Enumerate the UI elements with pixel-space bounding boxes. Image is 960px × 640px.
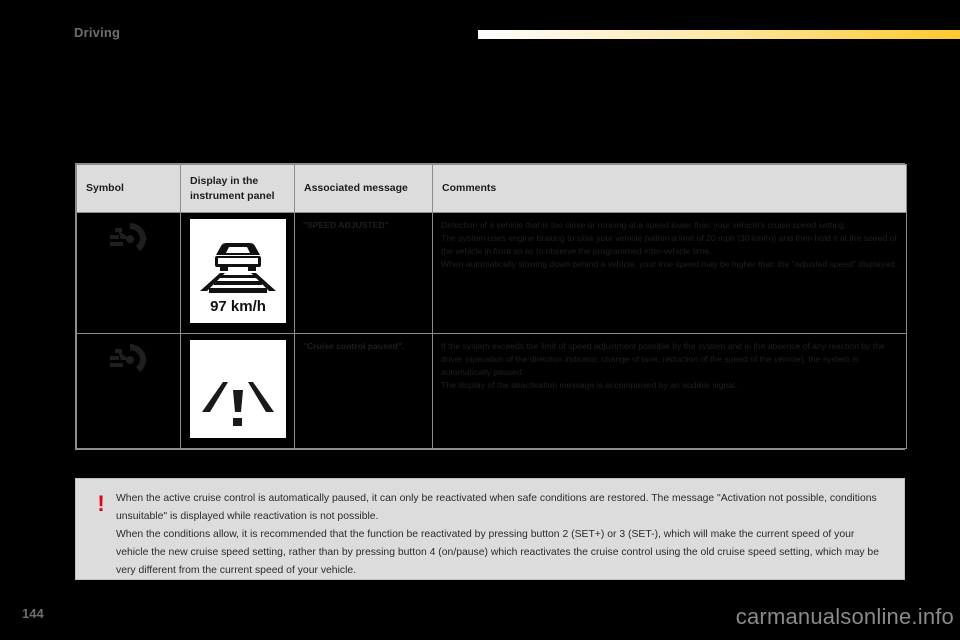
comment-paragraph: If the system exceeds the limit of speed… — [441, 341, 885, 378]
cell-comments: Detection of a vehicle that is too close… — [432, 211, 907, 335]
cell-display-panel: 97 km/h — [180, 211, 295, 335]
comment-paragraph: When automatically slowing down behind a… — [441, 259, 898, 270]
manual-page: Driving Symbol Display in the instrument… — [0, 0, 960, 640]
column-header-display: Display in the instrument panel — [180, 164, 295, 213]
page-number: 144 — [22, 606, 44, 621]
page-header: Driving — [0, 0, 960, 46]
warning-paragraph: When the conditions allow, it is recomme… — [116, 528, 879, 576]
comment-paragraph: The display of the deactivation message … — [441, 380, 738, 391]
column-header-message: Associated message — [294, 164, 433, 213]
warning-paragraph: When the active cruise control is automa… — [116, 493, 877, 522]
symbol-message-table: Symbol Display in the instrument panel A… — [75, 163, 907, 451]
comment-paragraph: Detection of a vehicle that is too close… — [441, 220, 847, 230]
table-row: "Cruise control paused". If the system e… — [76, 333, 907, 450]
table-row: 97 km/h "SPEED ADJUSTED" Detection of a … — [76, 211, 907, 335]
cell-symbol — [76, 333, 181, 450]
cell-associated-message: "SPEED ADJUSTED" — [294, 211, 433, 335]
speed-adjusted-panel-icon: 97 km/h — [189, 219, 286, 323]
header-gradient-rule — [478, 30, 960, 39]
comment-paragraph: The system uses engine braking to slow y… — [441, 233, 897, 257]
cell-associated-message: "Cruise control paused". — [294, 333, 433, 450]
column-header-comments: Comments — [432, 164, 907, 213]
cell-symbol — [76, 211, 181, 335]
table-header-row: Symbol Display in the instrument panel A… — [76, 164, 907, 213]
cruise-control-gauge-icon — [106, 340, 152, 380]
cell-display-panel — [180, 333, 295, 450]
site-watermark: carmanualsonline.info — [735, 604, 954, 629]
cruise-control-paused-panel-icon — [189, 340, 286, 439]
cruise-control-gauge-icon — [106, 219, 152, 259]
warning-exclamation-icon: ! — [97, 491, 105, 516]
panel-speed-label: 97 km/h — [210, 298, 266, 315]
warning-note-box: ! When the active cruise control is auto… — [75, 478, 905, 580]
warning-note-text: When the active cruise control is automa… — [116, 490, 886, 579]
column-header-symbol: Symbol — [76, 164, 181, 213]
cell-comments: If the system exceeds the limit of speed… — [432, 333, 907, 450]
page-title: Driving — [74, 25, 121, 40]
